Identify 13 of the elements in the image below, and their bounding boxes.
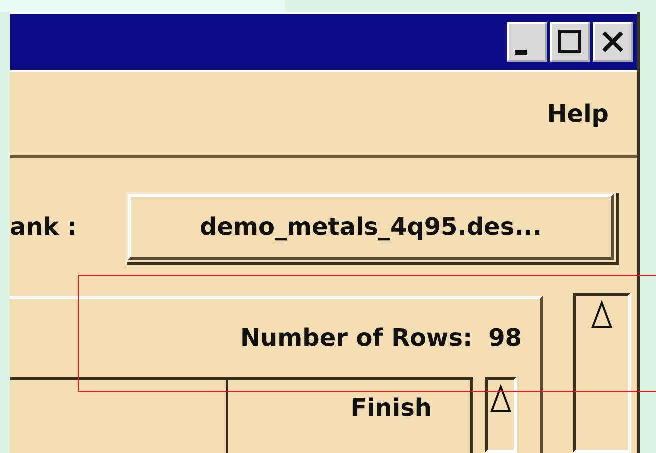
scroll-up-icon[interactable] — [591, 300, 613, 330]
menu-item[interactable]: Help — [539, 96, 617, 132]
row-count-value: 98 — [488, 324, 522, 352]
minimize-button[interactable] — [507, 22, 547, 62]
scroll-up-icon[interactable] — [490, 384, 512, 414]
scrollbar[interactable] — [485, 377, 517, 453]
column-header: Finish — [350, 394, 432, 422]
maximize-button[interactable] — [550, 22, 590, 62]
scrollbar[interactable] — [573, 293, 631, 453]
close-button[interactable] — [593, 22, 633, 62]
bank-label: ank : — [10, 213, 78, 241]
row-count-label: Number of Rows: — [240, 324, 473, 352]
minimize-icon — [515, 50, 527, 54]
